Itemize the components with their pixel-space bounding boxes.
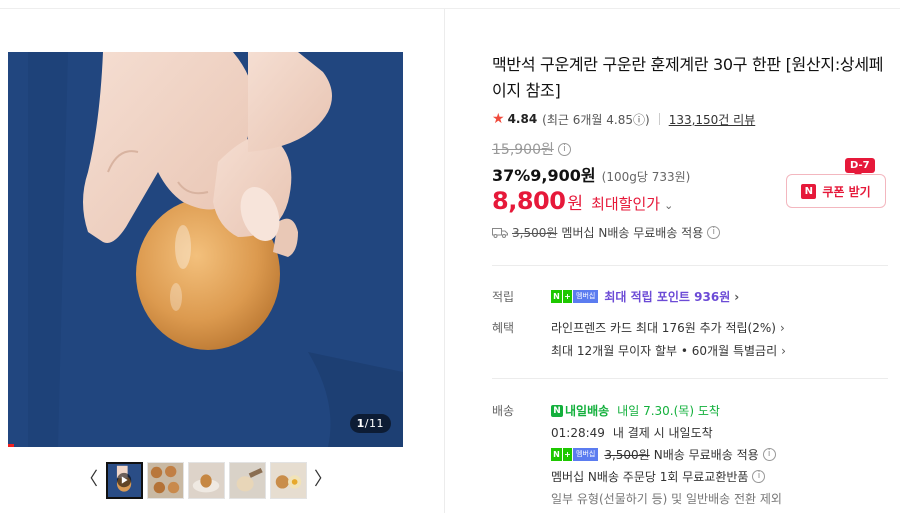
eggs-tray-image [148,463,183,498]
benefit-card-row[interactable]: 라인프렌즈 카드 최대 176원 추가 적립(2%) › [551,319,785,336]
delivery-label: 배송 [492,404,515,418]
naver-plus-membership-badge: N + 멤버십 [551,448,599,461]
column-divider [444,9,445,513]
shipping-info-icon[interactable]: i [707,225,721,239]
shipping-old-fee: 3,500원 [512,225,558,240]
delivery-note-row: 일부 유형(선물하기 등) 및 일반배송 전환 제외 [551,490,782,507]
benefit-installment-text: 최대 12개월 무이자 할부 • 60개월 특별금리 [551,344,778,358]
rating-separator [658,113,660,125]
chevron-right-icon: › [734,289,740,304]
star-icon: ★ [492,111,505,127]
thumbnail-3[interactable] [188,462,225,499]
chevron-right-icon: › [781,343,786,358]
naver-plus-membership-badge: N + 멤버십 [551,290,599,303]
sale-price: 9,900원 [530,166,596,185]
delivery-old-fee: 3,500원 [604,448,650,462]
thumbnail-5[interactable] [270,462,307,499]
thumbnail-2[interactable] [147,462,184,499]
original-price: 15,900원 [492,142,554,158]
unit-price: (100g당 733원) [601,170,691,184]
section-divider [492,265,888,266]
exchange-row: 멤버십 N배송 주문당 1회 무료교환반품 i [551,468,766,485]
eggs-pair-image [271,463,306,498]
final-price: 8,800 [492,187,566,215]
dday-badge: D-7 [845,158,875,177]
shipping-row: 3,500원 멤버십 N배송 무료배송 적용 i [492,223,892,241]
delivery-note: 일부 유형(선물하기 등) 및 일반배송 전환 제외 [551,492,782,506]
delivery-ship-text: N배송 무료배송 적용 [653,448,759,462]
product-title: 맥반석 구운계란 구운란 훈제계란 30구 한판 [원산지:상세페이지 참조] [492,55,884,100]
product-info: 맥반석 구운계란 구운란 훈제계란 30구 한판 [원산지:상세페이지 참조] … [492,52,892,241]
main-product-photo[interactable]: 1/11 [8,52,403,447]
coupon-button[interactable]: N 쿠폰 받기 [786,174,886,208]
thumbnail-prev-button[interactable]: 〈 [80,470,98,490]
arrival-date: 내일 7.30.(목) 도착 [617,404,720,418]
final-price-currency: 원 [567,194,584,214]
countdown-timer: 01:28:49 [551,425,605,440]
benefits-label: 혜택 [492,321,515,335]
delivery-arrival-row: N 내일배송 내일 7.30.(목) 도착 [551,402,720,419]
max-discount-label: 최대할인가 [591,195,661,213]
points-label: 적립 [492,290,515,304]
countdown-text: 내 결제 시 내일도착 [612,426,713,440]
original-price-row: 15,900원 i [492,139,892,159]
truck-icon [492,227,508,238]
discount-rate: 37% [492,166,531,185]
rating-row: ★ 4.84 (최근 6개월 4.85ⓘ) 133,150건 리뷰 [492,110,892,128]
benefit-card-text: 라인프렌즈 카드 최대 176원 추가 적립(2%) [551,321,776,335]
shipping-text: 멤버십 N배송 무료배송 적용 [561,225,704,240]
thumbnail-next-button[interactable]: 〉 [314,470,332,490]
thumbnail-4[interactable] [229,462,266,499]
points-row[interactable]: N + 멤버십 최대 적립 포인트 936원 › [551,288,739,305]
thumbnail-strip [106,462,307,499]
tomorrow-delivery-badge: N 내일배송 [551,402,609,419]
info-icon[interactable]: i [762,448,776,461]
video-progress-indicator [8,444,14,447]
rating-recent[interactable]: (최근 6개월 4.85ⓘ) [542,111,650,128]
section-divider [492,378,888,379]
egg-plate-image [189,463,224,498]
egg-in-hand-image [8,52,403,447]
countdown-row: 01:28:49 내 결제 시 내일도착 [551,424,713,441]
play-video-icon [108,464,141,497]
photo-counter: 1/11 [349,414,391,433]
thumbnail-1[interactable] [106,462,143,499]
info-icon[interactable]: i [557,142,571,156]
coupon-label: 쿠폰 받기 [822,184,871,199]
delivery-shipping-row: N + 멤버십 3,500원 N배송 무료배송 적용 i [551,446,776,463]
points-text: 최대 적립 포인트 936원 [604,290,731,304]
chevron-right-icon: › [779,320,785,335]
exchange-text: 멤버십 N배송 주문당 1회 무료교환반품 [551,470,749,484]
info-icon[interactable]: i [752,470,766,483]
naver-n-icon: N [551,404,563,417]
top-divider [0,8,900,9]
naver-n-icon: N [801,183,817,199]
rating-score: 4.84 [507,112,538,126]
benefit-installment-row[interactable]: 최대 12개월 무이자 할부 • 60개월 특별금리 › [551,342,786,359]
chevron-down-icon[interactable]: ⌄ [664,199,673,212]
review-count-link[interactable]: 133,150건 리뷰 [669,111,756,128]
egg-peeled-image [230,463,265,498]
